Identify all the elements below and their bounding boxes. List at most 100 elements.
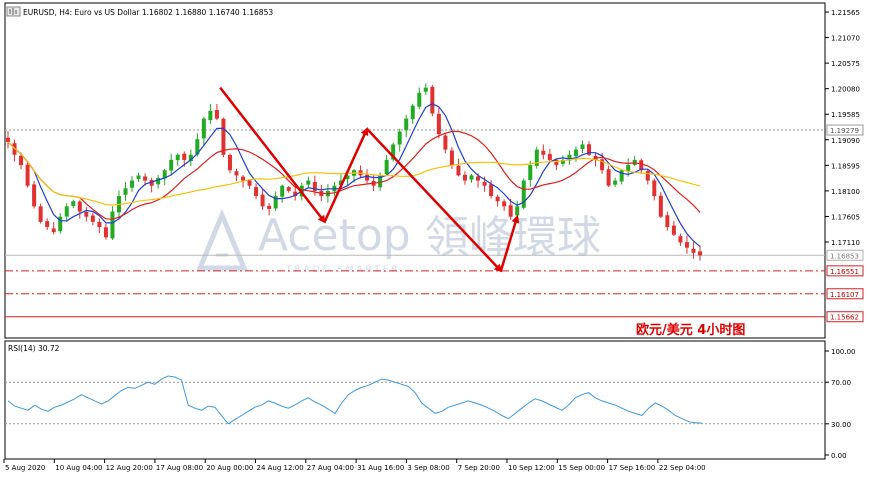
candle-body (678, 236, 683, 243)
price-level-label: 1.16551 (830, 268, 859, 276)
candle-body (541, 150, 546, 155)
time-tick-label: 12 Aug 20:00 (106, 464, 153, 472)
chart-window: EURUSD, H4: Euro vs US Dollar 1.16802 1.… (0, 0, 870, 478)
candle-body (38, 206, 43, 222)
candle-body (502, 201, 507, 207)
candle-body (175, 154, 180, 161)
candle-body (45, 221, 50, 228)
price-tick-label: 1.18595 (831, 162, 860, 170)
main-panel-frame (4, 2, 826, 339)
time-tick-label: 17 Aug 08:00 (156, 464, 203, 472)
candle-body (208, 110, 213, 121)
candle-body (6, 137, 10, 142)
candle-body (156, 177, 161, 185)
candle-body (227, 154, 232, 171)
candle-body (521, 180, 526, 208)
time-tick-label: 20 Aug 00:00 (206, 464, 253, 472)
candle-body (691, 248, 696, 253)
candle-body (573, 149, 578, 157)
price-level-label: 1.19279 (830, 127, 859, 135)
time-tick-label: 10 Sep 12:00 (508, 464, 555, 472)
candle-body (436, 113, 441, 135)
candle-body (90, 215, 95, 222)
price-tick-label: 1.21565 (831, 9, 860, 17)
chart-caption: 欧元/美元 4小时图 (636, 322, 745, 338)
candle-body (619, 170, 624, 182)
candle-body (267, 205, 272, 209)
candle-body (97, 222, 102, 228)
price-tick-label: 1.17110 (831, 239, 860, 247)
candle-body (306, 180, 311, 185)
candle-body (182, 153, 187, 160)
time-tick-label: 5 Aug 2020 (5, 464, 45, 472)
candle-body (103, 227, 108, 238)
candle-body (110, 211, 115, 239)
candle-body (19, 155, 24, 166)
price-tick-label: 1.18100 (831, 188, 860, 196)
candle-body (430, 86, 435, 114)
rsi-tick-label: 70.00 (831, 379, 851, 387)
candle-body (130, 180, 135, 188)
price-tick-label: 1.20575 (831, 60, 860, 68)
candle-body (528, 165, 533, 181)
candle-body (469, 175, 474, 180)
candle-body (626, 165, 631, 171)
candle-body (671, 225, 676, 235)
candle-body (580, 144, 585, 149)
price-tick-label: 1.20080 (831, 86, 860, 94)
candle-body (64, 206, 69, 217)
rsi-panel-frame (4, 340, 826, 460)
candle-body (449, 150, 454, 166)
candle-body (71, 201, 76, 207)
time-tick-label: 3 Sep 08:00 (407, 464, 449, 472)
candle-body (495, 196, 500, 202)
candle-body (221, 118, 226, 155)
candle-body (658, 195, 663, 217)
candle-body (476, 176, 481, 181)
time-axis: 5 Aug 2020 10 Aug 04:00 12 Aug 20:00 17 Aug… (3, 459, 706, 472)
rsi-tick-label: 30.00 (831, 421, 851, 429)
candle-body (247, 180, 252, 186)
time-tick-label: 31 Aug 16:00 (357, 464, 404, 472)
candle-body (456, 165, 461, 176)
candle-body (77, 201, 82, 212)
candle-body (25, 164, 30, 186)
candle-body (613, 180, 618, 185)
time-tick-label: 17 Sep 16:00 (609, 464, 656, 472)
candle-body (698, 251, 702, 256)
candle-body (286, 187, 291, 191)
candle-body (241, 176, 246, 181)
price-level-label: 1.15662 (830, 314, 859, 322)
candle-body (606, 169, 611, 186)
rsi-tick-label: 100.00 (831, 348, 856, 356)
time-tick-label: 7 Sep 20:00 (458, 464, 500, 472)
candle-body (169, 159, 174, 171)
candle-body (665, 215, 670, 228)
time-tick-label: 22 Sep 04:00 (659, 464, 706, 472)
candle-body (234, 171, 239, 176)
candle-body (51, 228, 56, 233)
time-tick-label: 15 Sep 00:00 (558, 464, 605, 472)
candle-body (423, 87, 428, 92)
candle-body (254, 187, 259, 197)
chart-canvas: EURUSD, H4: Euro vs US Dollar 1.16802 1.… (3, 2, 864, 472)
time-tick-label: 24 Aug 12:00 (257, 464, 304, 472)
candle-body (417, 92, 422, 107)
candle-body (508, 205, 513, 217)
time-tick-label: 27 Aug 04:00 (307, 464, 354, 472)
rsi-title: RSI(14) 30.72 (8, 344, 60, 353)
candle-body (365, 174, 370, 181)
candle-body (123, 188, 128, 195)
candle-body (260, 194, 265, 207)
candle-body (201, 118, 206, 139)
watermark-brand: Acetop (258, 210, 411, 261)
price-level-label: 1.16107 (830, 291, 859, 299)
candle-body (547, 154, 552, 160)
symbol-icon[interactable] (6, 6, 21, 17)
candle-body (482, 181, 487, 186)
candle-body (443, 135, 448, 150)
candle-body (652, 180, 657, 197)
candle-body (214, 110, 219, 119)
rsi-tick-label: 0.00 (831, 452, 847, 460)
price-tick-label: 1.21070 (831, 35, 860, 43)
